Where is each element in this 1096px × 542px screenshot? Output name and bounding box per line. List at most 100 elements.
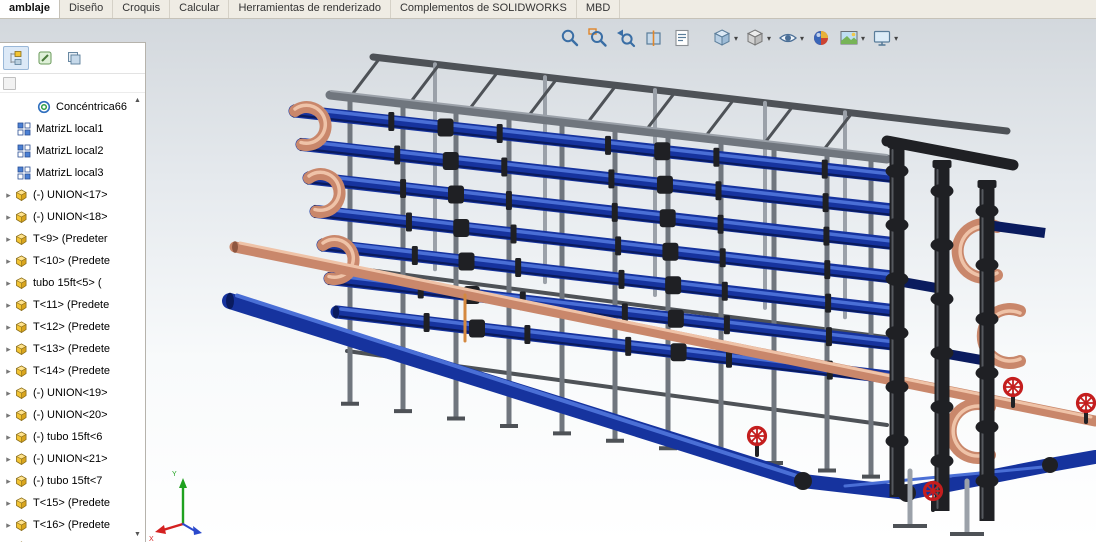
apply-scene-button[interactable]: ▾ bbox=[837, 26, 866, 50]
expand-arrow-icon[interactable]: ▸ bbox=[3, 190, 14, 201]
expand-arrow-icon[interactable]: ▸ bbox=[3, 344, 14, 355]
dropdown-caret-icon: ▾ bbox=[861, 33, 866, 43]
tree-item[interactable]: ▸ (-) tubo 15ft<7 bbox=[0, 470, 145, 492]
dynamic-annotation-views-button[interactable] bbox=[670, 26, 694, 50]
property-manager-icon bbox=[38, 51, 52, 65]
tree-item[interactable]: ▸ (-) tubo 15ft<6 bbox=[0, 426, 145, 448]
tree-item[interactable]: ▸ T<10> (Predete bbox=[0, 250, 145, 272]
tree-item[interactable]: ▸MatrizL local1 bbox=[0, 118, 145, 140]
tree-item[interactable]: ▸ T<12> (Predete bbox=[0, 316, 145, 338]
tree-item-label: MatrizL local1 bbox=[36, 123, 104, 135]
graphics-area[interactable]: XY ▾ ▾ ▾ ▾ ▾ ▲ Concéntrica66 MatrizL loc… bbox=[0, 19, 1096, 542]
expand-arrow-icon[interactable]: ▸ bbox=[3, 520, 14, 531]
expand-arrow-icon[interactable]: ▸ bbox=[3, 410, 14, 421]
tree-item[interactable]: ▸ (-) UNION<18> bbox=[0, 206, 145, 228]
expand-arrow-icon[interactable]: ▸ bbox=[3, 234, 14, 245]
tree-item[interactable]: ▸ T<9> (Predeter bbox=[0, 228, 145, 250]
display-style-button[interactable]: ▾ bbox=[743, 26, 772, 50]
expand-arrow-icon[interactable]: ▸ bbox=[3, 300, 14, 311]
tree-item[interactable]: ▸MatrizL local2 bbox=[0, 140, 145, 162]
configuration-manager-tab[interactable] bbox=[61, 46, 87, 70]
tree-item-label: (-) UNION<18> bbox=[33, 211, 108, 223]
tree-item[interactable]: ▸Concéntrica66 bbox=[0, 96, 145, 118]
tree-item[interactable]: ▸ (-) UNION<19> bbox=[0, 382, 145, 404]
tree-item[interactable]: ▸ T<16> (Predete bbox=[0, 514, 145, 536]
feature-manager-design-tree-tab[interactable] bbox=[3, 46, 29, 70]
edit-appearance-button[interactable] bbox=[809, 26, 833, 50]
view-orientation-icon bbox=[713, 29, 731, 46]
expand-arrow-icon[interactable]: ▸ bbox=[3, 366, 14, 377]
part-icon bbox=[14, 496, 30, 511]
tab-diseno[interactable]: Diseño bbox=[60, 0, 114, 18]
solidworks-window: { "command_tabs": { "items": [ {"label":… bbox=[0, 0, 1096, 542]
tree-item[interactable]: ▸ T<15> (Predete bbox=[0, 492, 145, 514]
tree-item-label: (-) tubo 15ft<7 bbox=[33, 475, 103, 487]
expand-arrow-icon[interactable]: ▸ bbox=[3, 322, 14, 333]
tab-complementos-solidworks[interactable]: Complementos de SOLIDWORKS bbox=[391, 0, 577, 18]
section-view-button[interactable] bbox=[642, 26, 666, 50]
tab-mbd[interactable]: MBD bbox=[577, 0, 621, 18]
tree-item-label: T<16> (Predete bbox=[33, 519, 111, 531]
tree-item[interactable]: ▸ T<13> (Predete bbox=[0, 338, 145, 360]
tree-item[interactable]: ▸ (-) UNION<17> bbox=[0, 184, 145, 206]
panel-filter-row bbox=[0, 74, 145, 93]
tree-item-label: (-) UNION<19> bbox=[33, 387, 108, 399]
x-axis-label: X bbox=[149, 536, 154, 542]
zoom-to-fit-button[interactable] bbox=[558, 26, 582, 50]
flyout-arrow-button[interactable] bbox=[3, 76, 16, 90]
configuration-manager-icon bbox=[68, 52, 81, 65]
tree-item[interactable]: ▸ (-) UNION<21> bbox=[0, 448, 145, 470]
tree-item[interactable]: ▸ tubo 15ft<5> ( bbox=[0, 272, 145, 294]
zoom-to-area-button[interactable] bbox=[586, 26, 610, 50]
part-icon bbox=[14, 254, 30, 269]
tree-item-label: T<12> (Predete bbox=[33, 321, 111, 333]
tab-herramientas-renderizado[interactable]: Herramientas de renderizado bbox=[229, 0, 391, 18]
part-icon bbox=[14, 232, 30, 247]
expand-arrow-icon[interactable]: ▸ bbox=[3, 432, 14, 443]
pattern-icon bbox=[17, 144, 33, 159]
tab-croquis[interactable]: Croquis bbox=[113, 0, 171, 18]
tree-item[interactable]: ▸T<17> (Predete bbox=[0, 536, 145, 542]
panel-tab-bar bbox=[0, 43, 145, 74]
tree-item-label: T<11> (Predete bbox=[33, 299, 110, 311]
expand-arrow-icon[interactable]: ▸ bbox=[3, 388, 14, 399]
expand-arrow-icon[interactable]: ▸ bbox=[3, 498, 14, 509]
scroll-down-icon[interactable]: ▼ bbox=[132, 529, 143, 540]
tree-item[interactable]: ▸ T<14> (Predete bbox=[0, 360, 145, 382]
tab-calcular[interactable]: Calcular bbox=[170, 0, 230, 18]
tab-ensamblaje[interactable]: amblaje bbox=[0, 0, 60, 18]
property-manager-tab[interactable] bbox=[32, 46, 58, 70]
expand-arrow-icon[interactable]: ▸ bbox=[3, 256, 14, 267]
zoom-to-area-icon bbox=[588, 28, 607, 47]
part-icon bbox=[14, 188, 30, 203]
dropdown-caret-icon: ▾ bbox=[800, 33, 805, 43]
part-icon bbox=[14, 364, 30, 379]
expand-arrow-icon[interactable]: ▸ bbox=[3, 278, 14, 289]
tree-item[interactable]: ▸ (-) UNION<20> bbox=[0, 404, 145, 426]
tree-item[interactable]: ▸ T<11> (Predete bbox=[0, 294, 145, 316]
view-settings-button[interactable]: ▾ bbox=[870, 26, 899, 50]
expand-arrow-icon[interactable]: ▸ bbox=[3, 212, 14, 223]
previous-view-button[interactable] bbox=[614, 26, 638, 50]
scroll-up-icon[interactable]: ▲ bbox=[132, 95, 143, 106]
tree-item-label: tubo 15ft<5> ( bbox=[33, 277, 102, 289]
tree-item-label: T<10> (Predete bbox=[33, 255, 111, 267]
tree-item-label: MatrizL local2 bbox=[36, 145, 104, 157]
zoom-to-fit-icon bbox=[561, 29, 579, 47]
view-orientation-button[interactable]: ▾ bbox=[710, 26, 739, 50]
feature-manager-panel: ▲ ▸Concéntrica66 ▸MatrizL local1 ▸Matriz… bbox=[0, 42, 146, 542]
part-icon bbox=[14, 518, 30, 533]
tree-item[interactable]: ▸MatrizL local3 bbox=[0, 162, 145, 184]
expand-arrow-icon[interactable]: ▸ bbox=[3, 454, 14, 465]
tree-item-label: T<13> (Predete bbox=[33, 343, 111, 355]
apply-scene-icon bbox=[840, 31, 858, 45]
part-icon bbox=[14, 320, 30, 335]
tree-item-label: (-) UNION<21> bbox=[33, 453, 108, 465]
dropdown-caret-icon: ▾ bbox=[894, 33, 899, 43]
hide-show-items-button[interactable]: ▾ bbox=[776, 26, 805, 50]
hide-show-items-icon bbox=[779, 33, 798, 43]
tree-item-label: MatrizL local3 bbox=[36, 167, 104, 179]
expand-arrow-icon[interactable]: ▸ bbox=[3, 476, 14, 487]
previous-view-icon bbox=[617, 29, 636, 48]
assembly-3d-view[interactable]: XY bbox=[145, 19, 1096, 542]
